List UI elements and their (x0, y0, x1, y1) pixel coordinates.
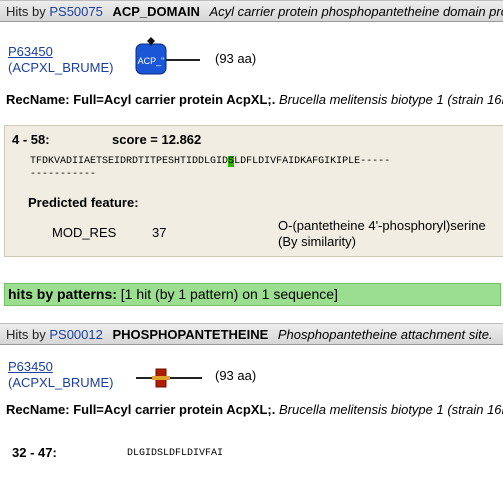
match-range: 4 - 58: (12, 132, 50, 147)
pattern-accession-link[interactable]: PS00012 (49, 327, 103, 342)
pattern-description: Phosphopantetheine attachment site. (277, 327, 493, 342)
hits-by-label: Hits by (6, 327, 46, 342)
sequence-before: TFDKVADIIAETSEIDRDTITPESHTIDDLGID (30, 156, 229, 167)
protein-accession-link[interactable]: P63450 (8, 359, 53, 375)
patterns-summary: [1 hit (by 1 pattern) on 1 sequence] (120, 286, 338, 302)
domain-box-label: ACP_" (138, 56, 165, 66)
organism-name: Brucella melitensis biotype 1 (strain 16… (278, 402, 503, 417)
match-sequence: TFDKVADIIAETSEIDRDTITPESHTIDDLGIDSLDFLDI… (30, 156, 390, 167)
profile-description: Acyl carrier protein phosphopantetheine … (209, 4, 503, 19)
protein-length: (93 aa) (215, 368, 257, 383)
protein-accession-link[interactable]: P63450 (8, 44, 53, 60)
patterns-header: hits by patterns: [1 hit (by 1 pattern) … (4, 283, 501, 306)
predicted-feature-title: Predicted feature: (28, 195, 139, 210)
patterns-title: hits by patterns: (8, 286, 117, 302)
profile-name: ACP_DOMAIN (112, 4, 200, 19)
site-graphic[interactable] (136, 366, 202, 390)
profile-hits-header: Hits by PS50075 ACP_DOMAIN Acyl carrier … (0, 0, 503, 22)
protein-length: (93 aa) (215, 51, 257, 66)
recname-label: RecName: Full=Acyl carrier protein AcpXL… (6, 92, 276, 107)
domain-graphic[interactable]: ACP_" (130, 36, 202, 78)
match-sequence-line2: ----------- (30, 169, 97, 180)
protein-entry-name: (ACPXL_BRUME) (8, 375, 114, 390)
organism-name: Brucella melitensis biotype 1 (strain 16… (278, 92, 503, 107)
site-marker-band (152, 376, 170, 380)
feature-position: 37 (152, 225, 167, 240)
recname-line: RecName: Full=Acyl carrier protein AcpXL… (6, 92, 503, 107)
feature-key: MOD_RES (52, 225, 117, 240)
pattern-name: PHOSPHOPANTETHEINE (112, 327, 269, 342)
profile-accession-link[interactable]: PS50075 (49, 4, 103, 19)
feature-description: O-(pantetheine 4'-phosphoryl)serine (278, 218, 486, 233)
feature-note: (By similarity) (278, 234, 356, 249)
hits-by-label: Hits by (6, 4, 46, 19)
match-score: score = 12.862 (112, 132, 202, 147)
pattern-hits-header: Hits by PS00012 PHOSPHOPANTETHEINE Phosp… (0, 323, 503, 345)
match-sequence: DLGIDSLDFLDIVFAI (127, 448, 224, 459)
recname-label: RecName: Full=Acyl carrier protein AcpXL… (6, 402, 276, 417)
recname-line: RecName: Full=Acyl carrier protein AcpXL… (6, 402, 503, 417)
sequence-after: LDFLDIVFAIDKAFGIKIPLE----- (234, 156, 391, 167)
protein-entry-name: (ACPXL_BRUME) (8, 60, 114, 75)
match-range: 32 - 47: (12, 445, 57, 460)
